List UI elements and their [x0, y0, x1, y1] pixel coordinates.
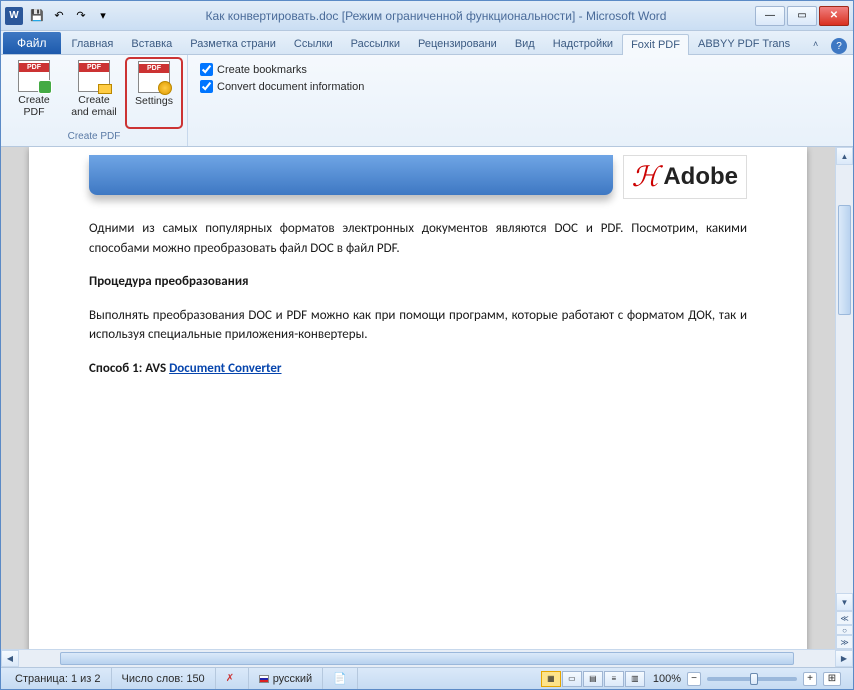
qat-customize-button[interactable]: ▾	[93, 6, 113, 26]
convert-doc-info-checkbox[interactable]: Convert document information	[200, 80, 364, 93]
tab-home[interactable]: Главная	[63, 33, 123, 54]
zoom-slider-thumb[interactable]	[750, 673, 758, 685]
adobe-banner: ℋ Adobe	[89, 147, 747, 219]
scroll-down-button[interactable]: ▼	[836, 593, 853, 611]
vscroll-thumb[interactable]	[838, 205, 851, 315]
ribbon-tabs: Файл Главная Вставка Разметка страни Ссы…	[1, 31, 853, 55]
document-text[interactable]: Одними из самых популярных форматов элек…	[89, 219, 747, 378]
scroll-left-button[interactable]: ◀	[1, 650, 19, 667]
zoom-slider[interactable]	[707, 677, 797, 681]
qat-redo-button[interactable]: ↷	[71, 6, 91, 26]
file-tab[interactable]: Файл	[3, 32, 61, 54]
vertical-scrollbar[interactable]: ▲ ▼ ≪ ○ ≫	[835, 147, 853, 649]
status-language[interactable]: русский	[249, 668, 323, 689]
check-list: Create bookmarks Convert document inform…	[192, 57, 372, 99]
heading-procedure[interactable]: Процедура преобразования	[89, 272, 747, 292]
scroll-up-button[interactable]: ▲	[836, 147, 853, 165]
maximize-button[interactable]: ▭	[787, 6, 817, 26]
tab-mailings[interactable]: Рассылки	[342, 33, 409, 54]
pdf-email-icon	[78, 60, 110, 92]
view-draft[interactable]: ▥	[625, 671, 645, 687]
spellcheck-icon	[226, 673, 238, 685]
tab-review[interactable]: Рецензировани	[409, 33, 506, 54]
window-title: Как конвертировать.doc [Режим ограниченн…	[119, 9, 753, 23]
create-pdf-label: Create PDF	[18, 94, 50, 118]
create-email-label: Create and email	[71, 94, 117, 118]
heading-method-1[interactable]: Способ 1: AVS Document Converter	[89, 359, 747, 379]
help-button[interactable]: ?	[831, 38, 847, 54]
ribbon-group-options: Create bookmarks Convert document inform…	[188, 55, 376, 146]
status-page[interactable]: Страница: 1 из 2	[5, 668, 112, 689]
view-print-layout[interactable]: ▦	[541, 671, 561, 687]
ribbon-group-create-pdf: Create PDF Create and email Settings Cre…	[1, 55, 188, 146]
ribbon-body: Create PDF Create and email Settings Cre…	[1, 55, 853, 147]
zoom-control: 100% − + ⊞	[645, 672, 849, 686]
quick-access-toolbar: 💾 ↶ ↷ ▾	[27, 6, 113, 26]
tab-abbyy-pdf[interactable]: ABBYY PDF Trans	[689, 33, 799, 54]
view-outline[interactable]: ≡	[604, 671, 624, 687]
flag-icon	[259, 675, 269, 683]
checkbox-icon[interactable]	[200, 63, 213, 76]
create-bookmarks-label: Create bookmarks	[217, 64, 307, 76]
pdf-create-icon	[18, 60, 50, 92]
word-icon: W	[5, 7, 23, 25]
tab-foxit-pdf[interactable]: Foxit PDF	[622, 34, 689, 55]
zoom-level-label[interactable]: 100%	[653, 673, 681, 685]
tab-page-layout[interactable]: Разметка страни	[181, 33, 285, 54]
zoom-out-button[interactable]: −	[687, 672, 701, 686]
method1-prefix: Способ 1: AVS	[89, 361, 169, 376]
ribbon-minimize-icon[interactable]: ˄	[813, 39, 827, 53]
status-word-count[interactable]: Число слов: 150	[112, 668, 216, 689]
status-bar: Страница: 1 из 2 Число слов: 150 русский…	[1, 667, 853, 689]
settings-button[interactable]: Settings	[125, 57, 183, 129]
view-full-screen[interactable]: ▭	[562, 671, 582, 687]
prev-page-button[interactable]: ≪	[836, 611, 853, 625]
settings-label: Settings	[135, 95, 173, 107]
create-and-email-button[interactable]: Create and email	[65, 57, 123, 129]
qat-save-button[interactable]: 💾	[27, 6, 47, 26]
tab-references[interactable]: Ссылки	[285, 33, 342, 54]
adobe-mark-icon: ℋ	[632, 160, 660, 194]
checkbox-icon[interactable]	[200, 80, 213, 93]
adobe-text: Adobe	[663, 163, 738, 191]
scroll-right-button[interactable]: ▶	[835, 650, 853, 667]
hscroll-track[interactable]	[19, 650, 835, 667]
view-web-layout[interactable]: ▤	[583, 671, 603, 687]
ribbon-help-area: ˄ ?	[813, 38, 851, 54]
titlebar: W 💾 ↶ ↷ ▾ Как конвертировать.doc [Режим …	[1, 1, 853, 31]
hscroll-thumb[interactable]	[60, 652, 794, 665]
horizontal-scrollbar[interactable]: ◀ ▶	[1, 649, 853, 667]
adobe-logo: ℋ Adobe	[623, 155, 747, 199]
document-area: ℋ Adobe Одними из самых популярных форма…	[1, 147, 853, 649]
view-buttons: ▦ ▭ ▤ ≡ ▥	[541, 671, 645, 687]
document-scroll[interactable]: ℋ Adobe Одними из самых популярных форма…	[1, 147, 835, 649]
pdf-settings-icon	[138, 61, 170, 93]
tab-view[interactable]: Вид	[506, 33, 544, 54]
page-1[interactable]: ℋ Adobe Одними из самых популярных форма…	[29, 147, 807, 649]
create-bookmarks-checkbox[interactable]: Create bookmarks	[200, 63, 364, 76]
convert-doc-info-label: Convert document information	[217, 81, 364, 93]
window-controls: — ▭ ✕	[753, 6, 849, 26]
paragraph-1[interactable]: Одними из самых популярных форматов элек…	[89, 219, 747, 258]
browse-object-button[interactable]: ○	[836, 625, 853, 635]
next-page-button[interactable]: ≫	[836, 635, 853, 649]
language-label: русский	[273, 673, 312, 685]
paragraph-2[interactable]: Выполнять преобразования DOC и PDF можно…	[89, 306, 747, 345]
tab-addins[interactable]: Надстройки	[544, 33, 622, 54]
minimize-button[interactable]: —	[755, 6, 785, 26]
status-spellcheck[interactable]	[216, 668, 249, 689]
method1-link[interactable]: Document Converter	[169, 361, 281, 376]
qat-undo-button[interactable]: ↶	[49, 6, 69, 26]
create-pdf-button[interactable]: Create PDF	[5, 57, 63, 129]
group-buttons: Create PDF Create and email Settings	[5, 57, 183, 129]
vscroll-track[interactable]	[836, 165, 853, 593]
tab-insert[interactable]: Вставка	[122, 33, 181, 54]
close-button[interactable]: ✕	[819, 6, 849, 26]
blue-bar-graphic	[89, 155, 613, 195]
zoom-fit-button[interactable]: ⊞	[823, 672, 841, 686]
status-insert-mode[interactable]: 📄	[323, 668, 358, 689]
app-window: W 💾 ↶ ↷ ▾ Как конвертировать.doc [Режим …	[0, 0, 854, 690]
zoom-in-button[interactable]: +	[803, 672, 817, 686]
group-label-create-pdf: Create PDF	[5, 129, 183, 144]
